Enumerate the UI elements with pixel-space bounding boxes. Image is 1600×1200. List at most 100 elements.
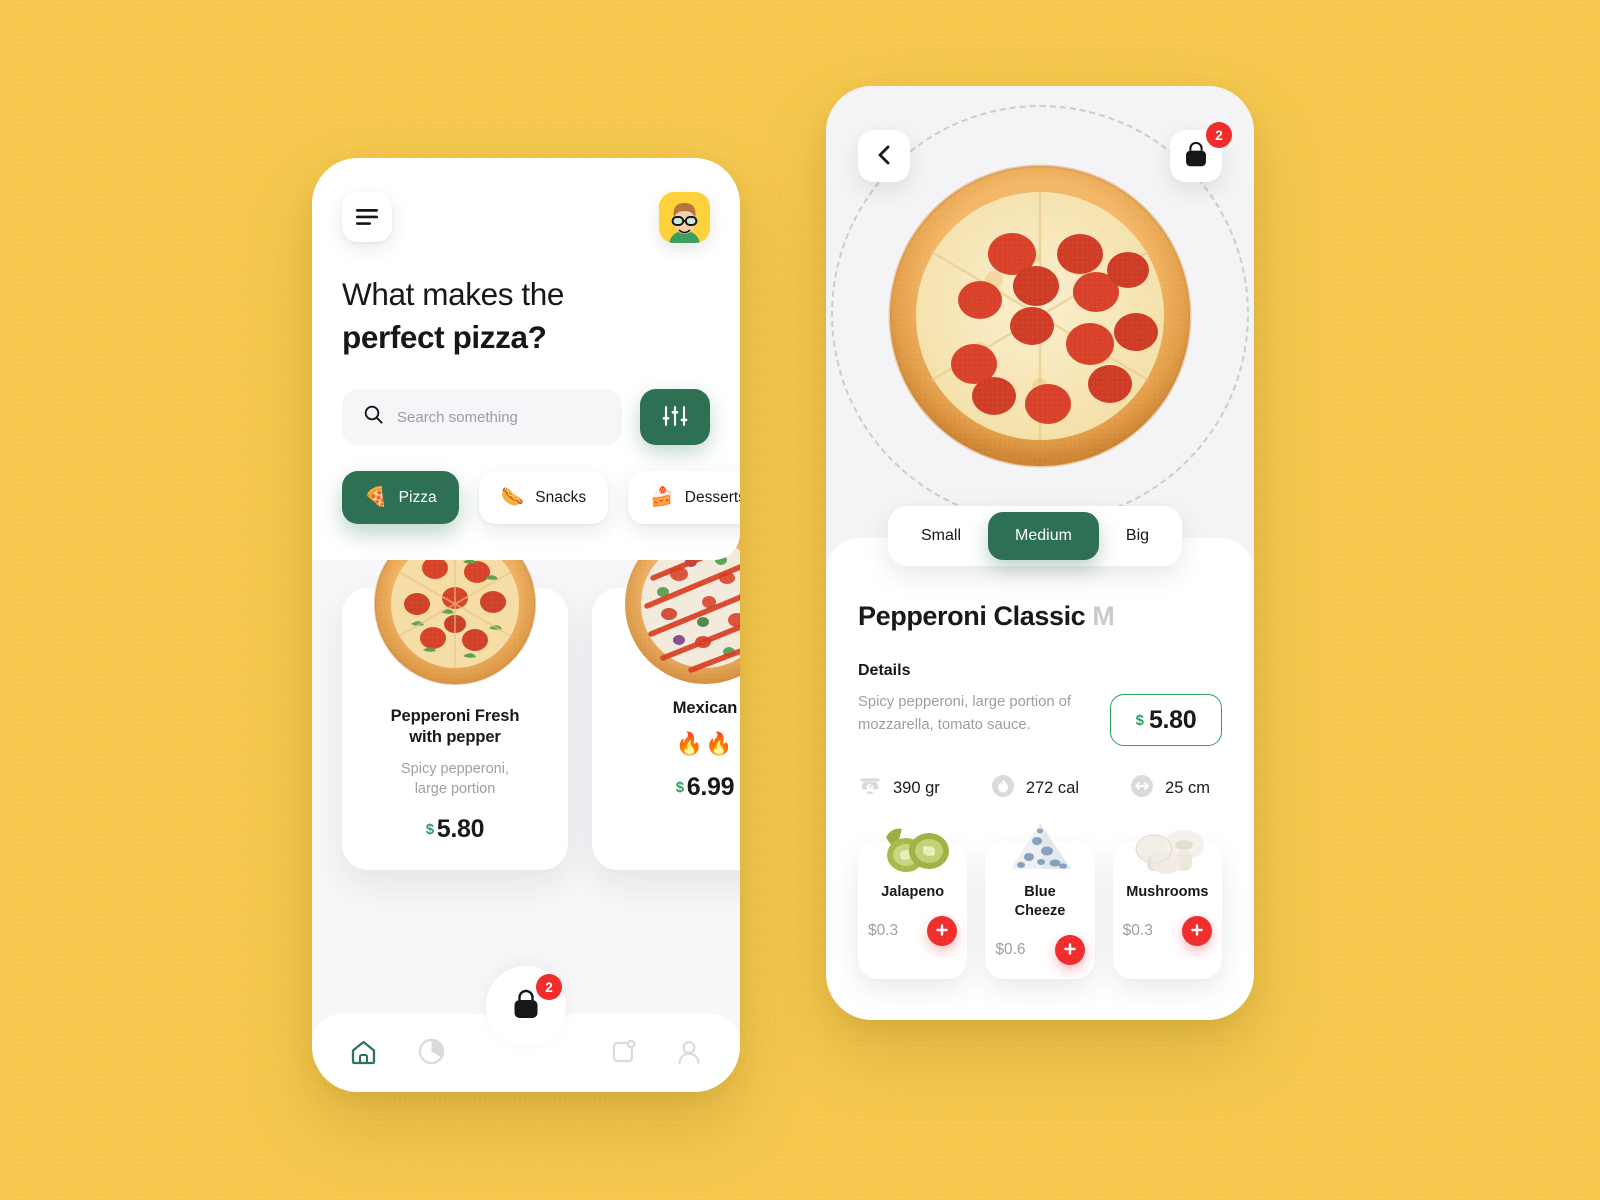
cart-badge: 2 <box>536 974 562 1000</box>
product-name: Mexican <box>610 698 740 719</box>
details-row: Spicy pepperoni, large portion of mozzar… <box>858 691 1222 746</box>
product-desc-line1: Spicy pepperoni, <box>400 761 509 777</box>
pizza-slice-icon: 🍕 <box>364 487 388 508</box>
category-chip-list: 🍕 Pizza 🌭 Snacks 🍰 Desserts <box>342 471 740 524</box>
detail-top-bar: 2 <box>858 122 1232 182</box>
currency-symbol: $ <box>425 821 434 838</box>
category-chip-desserts[interactable]: 🍰 Desserts <box>628 471 740 524</box>
category-chip-pizza[interactable]: 🍕 Pizza <box>342 471 459 524</box>
sidebar-item-profile[interactable] <box>676 1039 702 1068</box>
product-card[interactable]: Pepperoni Fresh with pepper Spicy pepper… <box>342 523 568 870</box>
plus-icon <box>935 923 949 940</box>
page-title-line1: What makes the <box>342 276 564 312</box>
sidebar-item-orders[interactable] <box>610 1039 636 1068</box>
hamburger-menu-icon <box>356 209 378 225</box>
shopping-bag-icon <box>511 989 541 1024</box>
metric-value: 25 cm <box>1165 779 1210 797</box>
flame-calories-icon <box>991 774 1015 803</box>
price-value: 5.80 <box>1148 705 1197 734</box>
product-name-line1: Mexican <box>672 699 738 717</box>
details-heading: Details <box>858 662 911 679</box>
topping-footer: $0.3 <box>868 916 958 946</box>
shopping-bag-icon <box>1183 141 1209 172</box>
chevron-left-icon <box>876 144 893 169</box>
metric-weight: 390 gr <box>858 774 940 803</box>
product-desc-line1: Spicy pepperoni, large portion of <box>858 694 1072 710</box>
category-chip-snacks[interactable]: 🌭 Snacks <box>478 471 609 524</box>
product-list-section: Pepperoni Fresh with pepper Spicy pepper… <box>312 523 740 1092</box>
size-option-medium[interactable]: Medium <box>988 512 1099 560</box>
metric-diameter: 25 cm <box>1130 774 1210 803</box>
product-price: $6.99 <box>610 773 740 802</box>
search-input[interactable] <box>397 408 600 426</box>
cake-slice-icon: 🍰 <box>650 487 674 508</box>
product-hero-section: 2 <box>826 86 1254 556</box>
sidebar-item-stats[interactable] <box>418 1038 445 1068</box>
topping-price: $0.6 <box>995 941 1026 958</box>
heat-level-icons: 🔥🔥 <box>675 731 735 756</box>
product-name: Pepperoni Fresh with pepper <box>360 706 550 748</box>
add-topping-button[interactable] <box>1054 935 1085 965</box>
topping-footer: $0.6 <box>995 935 1085 965</box>
mushrooms-image <box>1135 830 1205 874</box>
page-title: What makes the perfect pizza? <box>342 273 710 359</box>
add-topping-button[interactable] <box>927 916 958 946</box>
price-badge: $ 5.80 <box>1110 694 1222 746</box>
profile-icon <box>676 1039 702 1068</box>
search-row <box>342 389 710 445</box>
kitchen-scale-icon <box>858 774 882 803</box>
cart-fab-button[interactable]: 2 <box>486 966 566 1046</box>
product-desc-line2: mozzarella, tomato sauce. <box>858 717 1031 733</box>
product-carousel[interactable]: Pepperoni Fresh with pepper Spicy pepper… <box>342 523 740 870</box>
metric-value: 390 gr <box>893 779 940 797</box>
product-desc-line2: large portion <box>414 781 496 797</box>
avatar[interactable] <box>659 192 710 243</box>
topping-name: Blue Cheeze <box>995 883 1084 921</box>
toppings-list: Jalapeno $0.3 Blue Cheeze $0.6 Mushrooms… <box>858 823 1222 979</box>
product-description: Spicy pepperoni, large portion of mozzar… <box>858 691 1092 737</box>
product-name-line1: Pepperoni Fresh <box>390 707 520 725</box>
category-chip-label: Pizza <box>398 488 437 506</box>
topping-card[interactable]: Mushrooms $0.3 <box>1112 830 1222 979</box>
plus-icon <box>1063 942 1077 959</box>
product-card[interactable]: Mexican 🔥🔥 $6.99 <box>592 524 740 870</box>
size-selector: Small Medium Big <box>888 506 1183 566</box>
cart-button[interactable]: 2 <box>1170 122 1232 182</box>
sliders-filter-icon <box>662 404 688 431</box>
topping-price: $0.3 <box>1122 922 1153 939</box>
metric-value: 272 cal <box>1025 779 1080 797</box>
size-option-small[interactable]: Small <box>894 512 988 560</box>
category-chip-label: Snacks <box>535 488 587 506</box>
price-value: 6.99 <box>686 773 735 801</box>
category-chip-label: Desserts <box>684 488 740 506</box>
cart-badge: 2 <box>1206 122 1232 148</box>
home-screen-phone: What makes the perfect pizza? Search som… <box>312 158 740 1092</box>
detail-screen-phone: 2 Small Medium Big Pepperoni Classic M D… <box>826 86 1254 1020</box>
hotdog-icon: 🌭 <box>500 487 525 508</box>
currency-symbol: $ <box>675 779 684 796</box>
sidebar-item-home[interactable] <box>350 1039 377 1068</box>
filter-button[interactable] <box>640 389 710 445</box>
orders-icon <box>610 1039 636 1068</box>
back-button[interactable] <box>858 130 910 182</box>
product-name-line2: with pepper <box>409 728 501 746</box>
topping-footer: $0.3 <box>1123 916 1212 946</box>
user-avatar-icon <box>659 192 710 243</box>
home-header-section: What makes the perfect pizza? Search som… <box>312 158 740 560</box>
home-icon <box>350 1039 377 1068</box>
product-description: Spicy pepperoni, large portion <box>360 759 550 799</box>
hamburger-menu-button[interactable] <box>342 192 392 242</box>
search-icon <box>364 405 383 429</box>
page-title-line2: perfect pizza? <box>342 319 547 355</box>
currency-symbol: $ <box>1135 711 1144 729</box>
add-topping-button[interactable] <box>1181 916 1212 946</box>
topping-card[interactable]: Blue Cheeze $0.6 <box>985 823 1095 979</box>
product-title: Pepperoni Classic <box>858 601 1086 631</box>
product-metrics: 390 gr 272 cal 25 cm <box>858 774 1222 803</box>
size-option-big[interactable]: Big <box>1099 512 1176 560</box>
search-input-wrapper[interactable] <box>342 389 622 445</box>
pepperoni-classic-pizza-image <box>888 164 1192 468</box>
home-top-bar <box>342 192 710 243</box>
topping-card[interactable]: Jalapeno $0.3 <box>858 828 968 979</box>
metric-calories: 272 cal <box>991 774 1079 803</box>
